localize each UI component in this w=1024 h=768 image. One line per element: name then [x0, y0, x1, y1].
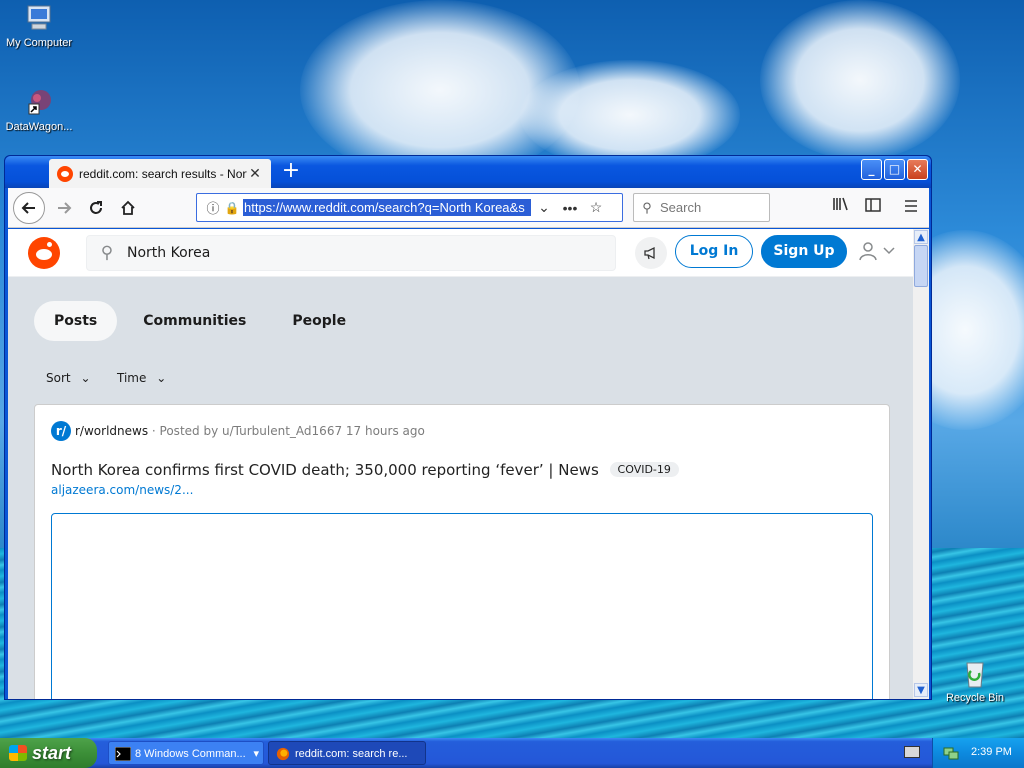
taskbar-item-label: 8 Windows Comman...: [135, 748, 246, 760]
post-media-preview[interactable]: [51, 513, 873, 699]
post-flair[interactable]: COVID-19: [609, 462, 679, 477]
home-button[interactable]: [114, 194, 142, 222]
time-dropdown[interactable]: Time ⌄: [117, 371, 166, 385]
cloud: [520, 60, 740, 170]
post-title-text[interactable]: North Korea confirms first COVID death; …: [51, 461, 599, 479]
scrollbar-thumb[interactable]: [914, 245, 928, 287]
tab-communities[interactable]: Communities: [123, 301, 266, 341]
taskbar-item-browser[interactable]: reddit.com: search re...: [268, 741, 426, 765]
new-tab-button[interactable]: +: [279, 160, 303, 184]
subreddit-icon[interactable]: r/: [51, 421, 71, 441]
reddit-logo-icon[interactable]: [28, 237, 60, 269]
library-icon: [833, 197, 848, 211]
url-input[interactable]: https://www.reddit.com/search?q=North Ko…: [243, 199, 531, 216]
reddit-header: ⚲ North Korea Log In Sign Up: [8, 229, 913, 277]
chevron-down-icon: ⌄: [80, 371, 91, 385]
search-tabs: Posts Communities People: [34, 301, 366, 341]
firefox-icon: [276, 747, 290, 761]
close-button[interactable]: ✕: [907, 159, 928, 180]
post-card[interactable]: r/ r/worldnews · Posted by u/Turbulent_A…: [34, 404, 890, 699]
recycle-bin-icon: [966, 662, 984, 688]
sidebar-icon: [865, 198, 881, 212]
keyboard-icon[interactable]: [904, 746, 920, 758]
start-label: start: [32, 743, 72, 763]
subreddit-link[interactable]: r/worldnews: [75, 424, 148, 438]
browser-tab[interactable]: reddit.com: search results - North ✕: [49, 159, 271, 188]
search-icon: ⚲: [642, 199, 652, 215]
computer-icon: [27, 5, 51, 30]
browser-search-input[interactable]: ⚲ Search: [633, 193, 770, 222]
tab-close-icon[interactable]: ✕: [247, 165, 263, 182]
windows-flag-icon: [9, 745, 27, 761]
post-title[interactable]: North Korea confirms first COVID death; …: [51, 461, 679, 479]
sort-dropdown[interactable]: Sort ⌄: [46, 371, 91, 385]
reload-icon: [90, 201, 102, 214]
posted-by-text: · Posted by u/Turbulent_Ad1667 17 hours …: [151, 424, 425, 438]
scroll-down-icon[interactable]: ▼: [914, 683, 928, 697]
vertical-scrollbar[interactable]: ▲ ▼: [913, 229, 929, 699]
post-meta: r/worldnews · Posted by u/Turbulent_Ad16…: [75, 424, 425, 438]
title-bar[interactable]: reddit.com: search results - North ✕ + _…: [5, 156, 931, 188]
search-placeholder: Search: [660, 200, 702, 215]
scroll-up-icon[interactable]: ▲: [914, 230, 928, 244]
login-button[interactable]: Log In: [675, 235, 753, 268]
user-menu-button[interactable]: [858, 241, 898, 265]
advertise-button[interactable]: [635, 237, 667, 269]
taskbar-item-command-prompt[interactable]: 8 Windows Comman... ▾: [108, 741, 264, 765]
command-prompt-icon: [115, 747, 131, 761]
back-arrow-icon: [21, 202, 35, 214]
desktop-icon-label: DataWagon...: [5, 121, 73, 133]
megaphone-icon: [644, 246, 655, 260]
forward-arrow-icon: [58, 202, 72, 214]
user-icon: [859, 242, 877, 261]
home-icon: [121, 200, 135, 215]
taskbar: start 8 Windows Comman... ▾ reddit.com: …: [0, 738, 1024, 768]
chevron-down-icon: ⌄: [156, 371, 167, 385]
navigation-toolbar: ⓘ 🔒 https://www.reddit.com/search?q=Nort…: [8, 188, 929, 228]
page-content: ⚲ North Korea Log In Sign Up Posts Commu…: [8, 229, 913, 699]
bookmark-star-icon[interactable]: ☆: [583, 199, 609, 216]
reddit-favicon-icon: [57, 165, 73, 182]
back-button[interactable]: [13, 192, 45, 224]
signup-button[interactable]: Sign Up: [761, 235, 847, 268]
cloud: [760, 0, 960, 160]
reddit-search-value: North Korea: [127, 245, 211, 261]
search-icon: ⚲: [100, 243, 114, 263]
forward-button[interactable]: [50, 194, 78, 222]
system-tray: 2:39 PM: [932, 738, 1024, 768]
network-icon[interactable]: [943, 745, 959, 761]
insecure-lock-icon[interactable]: 🔒: [223, 201, 241, 215]
maximize-button[interactable]: □: [884, 159, 905, 180]
taskbar-item-label: reddit.com: search re...: [295, 748, 408, 760]
time-label: Time: [117, 371, 147, 385]
sort-label: Sort: [46, 371, 71, 385]
post-external-link[interactable]: aljazeera.com/news/2...: [51, 483, 193, 497]
desktop-icon-my-computer[interactable]: My Computer: [0, 2, 78, 49]
chevron-down-icon: ▾: [253, 748, 259, 760]
reddit-search-input[interactable]: ⚲ North Korea: [86, 235, 616, 271]
browser-window: reddit.com: search results - North ✕ + _…: [4, 155, 932, 700]
address-bar[interactable]: ⓘ 🔒 https://www.reddit.com/search?q=Nort…: [196, 193, 623, 222]
start-button[interactable]: start: [0, 738, 97, 768]
page-actions-icon[interactable]: •••: [557, 200, 583, 216]
chevron-down-icon[interactable]: ⌄: [531, 199, 557, 216]
desktop-icon-datawagon[interactable]: DataWagon...: [0, 86, 78, 133]
sidebar-button[interactable]: [860, 196, 886, 220]
clock[interactable]: 2:39 PM: [971, 746, 1012, 758]
tab-title: reddit.com: search results - North: [79, 166, 247, 181]
reload-button[interactable]: [82, 194, 110, 222]
desktop-icon-label: My Computer: [5, 37, 73, 49]
desktop-icon-label: Recycle Bin: [945, 692, 1005, 704]
tab-people[interactable]: People: [272, 301, 366, 341]
menu-button[interactable]: [898, 196, 924, 220]
info-icon[interactable]: ⓘ: [203, 198, 223, 217]
library-button[interactable]: [828, 196, 854, 220]
shortcut-icon: [28, 90, 51, 115]
hamburger-menu-icon: [905, 200, 917, 212]
minimize-button[interactable]: _: [861, 159, 882, 180]
chevron-down-icon: [883, 247, 895, 255]
desktop-icon-recycle-bin[interactable]: Recycle Bin: [936, 657, 1014, 704]
tab-posts[interactable]: Posts: [34, 301, 118, 341]
